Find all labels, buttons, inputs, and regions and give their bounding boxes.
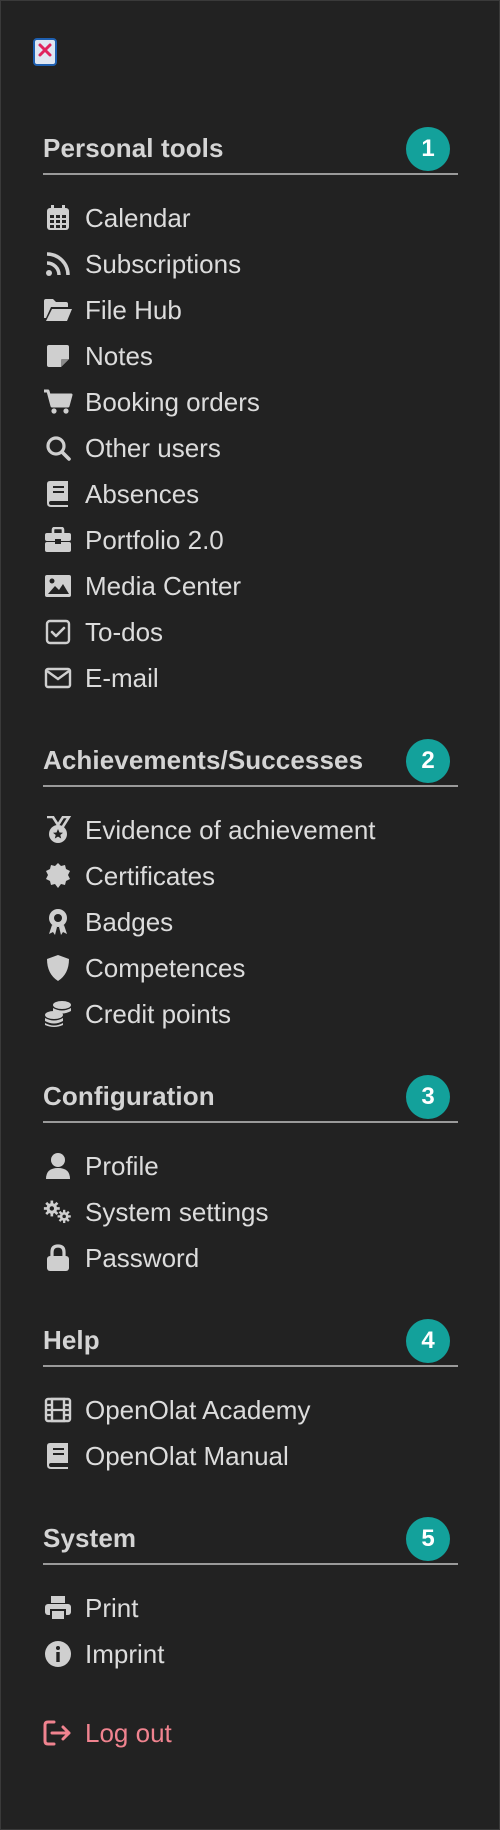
gears-icon — [43, 1197, 73, 1227]
section-configuration: Configuration 3 Profile System settings — [43, 1071, 458, 1281]
folder-open-icon — [43, 295, 73, 325]
menu-item-notes[interactable]: Notes — [43, 333, 458, 379]
search-icon — [43, 433, 73, 463]
coins-icon — [43, 999, 73, 1029]
section-personal-tools: Personal tools 1 Calendar Subscriptions — [43, 123, 458, 701]
menu-item-label: File Hub — [85, 294, 182, 325]
award-icon — [43, 907, 73, 937]
menu-item-label: Competences — [85, 952, 246, 983]
menu-item-label: OpenOlat Academy — [85, 1394, 311, 1425]
cart-icon — [43, 387, 73, 417]
logout-label: Log out — [85, 1717, 172, 1748]
section-header: Configuration 3 — [43, 1071, 458, 1123]
menu-item-label: Booking orders — [85, 386, 260, 417]
menu-item-credit-points[interactable]: Credit points — [43, 991, 458, 1037]
section-title: Help — [43, 1325, 100, 1355]
menu-item-booking-orders[interactable]: Booking orders — [43, 379, 458, 425]
menu-item-absences[interactable]: Absences — [43, 471, 458, 517]
image-icon — [43, 571, 73, 601]
menu-item-label: E-mail — [85, 662, 159, 693]
section-title: System — [43, 1523, 137, 1553]
user-icon — [43, 1151, 73, 1181]
menu-item-label: Badges — [85, 906, 174, 937]
menu-item-system-settings[interactable]: System settings — [43, 1189, 458, 1235]
menu-item-label: Evidence of achievement — [85, 814, 376, 845]
certificate-icon — [43, 861, 73, 891]
envelope-icon — [43, 663, 73, 693]
print-icon — [43, 1593, 73, 1623]
menu-item-profile[interactable]: Profile — [43, 1143, 458, 1189]
menu-item-label: System settings — [85, 1196, 269, 1227]
menu-item-file-hub[interactable]: File Hub — [43, 287, 458, 333]
menu-item-openolat-academy[interactable]: OpenOlat Academy — [43, 1387, 458, 1433]
menu-item-label: Certificates — [85, 860, 216, 891]
menu-item-label: Notes — [85, 340, 153, 371]
menu-item-badges[interactable]: Badges — [43, 899, 458, 945]
close-button[interactable] — [33, 38, 57, 66]
close-icon — [37, 42, 53, 63]
menu-item-label: Subscriptions — [85, 248, 242, 279]
medal-icon — [43, 815, 73, 845]
menu-item-label: Absences — [85, 478, 200, 509]
section-help: Help 4 OpenOlat Academy OpenOlat Manual — [43, 1315, 458, 1479]
menu-item-email[interactable]: E-mail — [43, 655, 458, 701]
menu-item-label: Imprint — [85, 1638, 165, 1669]
personal-tools-panel: Personal tools 1 Calendar Subscriptions — [0, 0, 500, 1830]
lock-icon — [43, 1243, 73, 1273]
menu-item-subscriptions[interactable]: Subscriptions — [43, 241, 458, 287]
menu-item-portfolio[interactable]: Portfolio 2.0 — [43, 517, 458, 563]
menu-item-label: Other users — [85, 432, 221, 463]
section-title: Configuration — [43, 1081, 215, 1111]
menu-item-label: Portfolio 2.0 — [85, 524, 224, 555]
book-icon — [43, 1441, 73, 1471]
menu-item-label: Password — [85, 1242, 200, 1273]
shield-icon — [43, 953, 73, 983]
menu-item-label: Media Center — [85, 570, 242, 601]
menu-item-competences[interactable]: Competences — [43, 945, 458, 991]
section-header: System 5 — [43, 1513, 458, 1565]
step-badge: 1 — [406, 127, 450, 171]
menu-item-label: Calendar — [85, 202, 191, 233]
logout-button[interactable]: Log out — [43, 1710, 172, 1756]
section-achievements: Achievements/Successes 2 Evidence of ach… — [43, 735, 458, 1037]
step-badge: 4 — [406, 1319, 450, 1363]
rss-icon — [43, 249, 73, 279]
menu-item-to-dos[interactable]: To-dos — [43, 609, 458, 655]
info-icon — [43, 1639, 73, 1669]
menu-item-print[interactable]: Print — [43, 1585, 458, 1631]
note-icon — [43, 341, 73, 371]
section-header: Personal tools 1 — [43, 123, 458, 175]
step-badge: 2 — [406, 739, 450, 783]
book-icon — [43, 479, 73, 509]
briefcase-icon — [43, 525, 73, 555]
menu-item-label: Profile — [85, 1150, 159, 1181]
menu-item-evidence-of-achievement[interactable]: Evidence of achievement — [43, 807, 458, 853]
menu-item-label: Print — [85, 1592, 139, 1623]
section-title: Personal tools — [43, 133, 224, 163]
section-header: Achievements/Successes 2 — [43, 735, 458, 787]
film-icon — [43, 1395, 73, 1425]
menu-item-other-users[interactable]: Other users — [43, 425, 458, 471]
menu-item-label: Credit points — [85, 998, 231, 1029]
section-system: System 5 Print Imprint — [43, 1513, 458, 1677]
menu-item-password[interactable]: Password — [43, 1235, 458, 1281]
menu-item-calendar[interactable]: Calendar — [43, 195, 458, 241]
menu-item-certificates[interactable]: Certificates — [43, 853, 458, 899]
checkbox-icon — [43, 617, 73, 647]
menu-item-label: To-dos — [85, 616, 164, 647]
calendar-icon — [43, 203, 73, 233]
menu-item-media-center[interactable]: Media Center — [43, 563, 458, 609]
menu-item-openolat-manual[interactable]: OpenOlat Manual — [43, 1433, 458, 1479]
step-badge: 3 — [406, 1075, 450, 1119]
step-badge: 5 — [406, 1517, 450, 1561]
section-header: Help 4 — [43, 1315, 458, 1367]
menu-item-label: OpenOlat Manual — [85, 1440, 289, 1471]
section-title: Achievements/Successes — [43, 745, 364, 775]
sign-out-icon — [43, 1718, 73, 1748]
menu-item-imprint[interactable]: Imprint — [43, 1631, 458, 1677]
